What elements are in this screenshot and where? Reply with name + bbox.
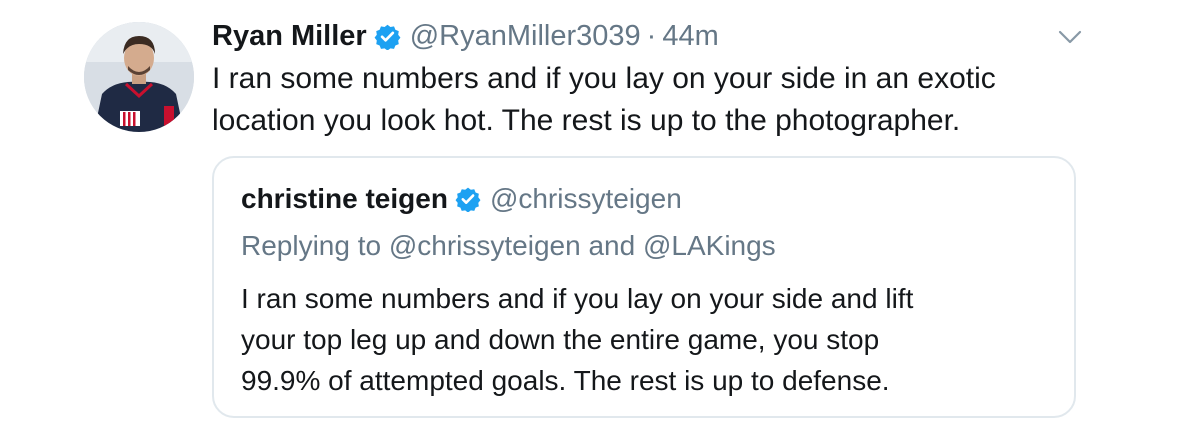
chevron-down-icon[interactable] [1058, 28, 1082, 46]
verified-badge-icon [374, 23, 401, 50]
quoted-tweet-text: I ran some numbers and if you lay on you… [241, 278, 1061, 401]
author-handle[interactable]: @RyanMiller3039 [410, 20, 641, 53]
quoted-text-line: your top leg up and down the entire game… [241, 324, 880, 355]
quoted-author-handle: @chrissyteigen [489, 183, 682, 214]
timestamp[interactable]: 44m [662, 20, 718, 53]
quoted-tweet[interactable]: christine teigen @chrissyteigen Replying… [212, 156, 1076, 418]
quoted-text-line: I ran some numbers and if you lay on you… [241, 283, 914, 314]
tweet-text-line: location you look hot. The rest is up to… [212, 104, 961, 137]
avatar[interactable] [84, 22, 194, 132]
verified-badge-icon [455, 186, 481, 212]
tweet-header: Ryan Miller @RyanMiller3039 · 44m [212, 16, 719, 56]
profile-photo [84, 22, 194, 132]
quoted-tweet-header: christine teigen @chrissyteigen [241, 178, 682, 220]
author-name[interactable]: Ryan Miller [212, 20, 367, 53]
quoted-text-line: 99.9% of attempted goals. The rest is up… [241, 365, 890, 396]
separator-dot: · [646, 19, 657, 52]
tweet-text: I ran some numbers and if you lay on you… [212, 58, 1112, 142]
tweet-text-line: I ran some numbers and if you lay on you… [212, 62, 996, 95]
reply-context: Replying to @chrissyteigen and @LAKings [241, 230, 776, 261]
quoted-author-name: christine teigen [241, 183, 448, 214]
